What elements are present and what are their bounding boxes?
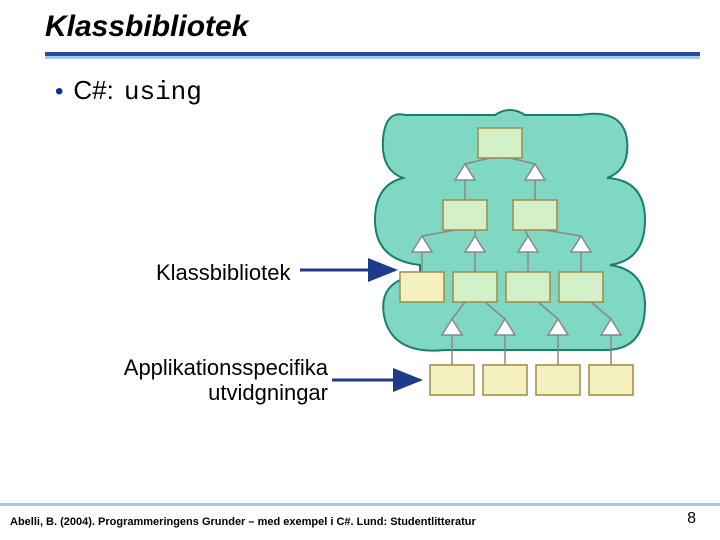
class-box-l4a <box>430 365 474 395</box>
footer-rule <box>0 503 720 506</box>
label-app-line1: Applikationsspecifika <box>124 355 328 380</box>
class-box-l3a <box>400 272 444 302</box>
class-box-l2b <box>513 200 557 230</box>
class-box-root <box>478 128 522 158</box>
slide: Klassbibliotek • C#: using Klassbibliote… <box>0 0 720 540</box>
bullet-row: • C#: using <box>55 75 202 107</box>
bullet-code: using <box>124 77 202 107</box>
class-box-l4d <box>589 365 633 395</box>
footer-citation: Abelli, B. (2004). Programmeringens Grun… <box>10 516 476 528</box>
class-hierarchy-diagram <box>345 100 655 440</box>
label-applikationsspecifika: Applikationsspecifika utvidgningar <box>108 355 328 406</box>
class-box-l3b <box>453 272 497 302</box>
class-box-l3d <box>559 272 603 302</box>
title-block: Klassbibliotek <box>45 10 700 59</box>
page-title: Klassbibliotek <box>45 10 700 48</box>
bullet-dot-icon: • <box>55 80 63 104</box>
class-box-l3c <box>506 272 550 302</box>
bullet-prefix: C#: <box>73 75 113 106</box>
class-box-l2a <box>443 200 487 230</box>
label-app-line2: utvidgningar <box>208 380 328 405</box>
page-number: 8 <box>687 510 696 528</box>
label-klassbibliotek: Klassbibliotek <box>156 260 291 286</box>
class-box-l4b <box>483 365 527 395</box>
title-rule-light <box>45 56 700 59</box>
class-box-l4c <box>536 365 580 395</box>
